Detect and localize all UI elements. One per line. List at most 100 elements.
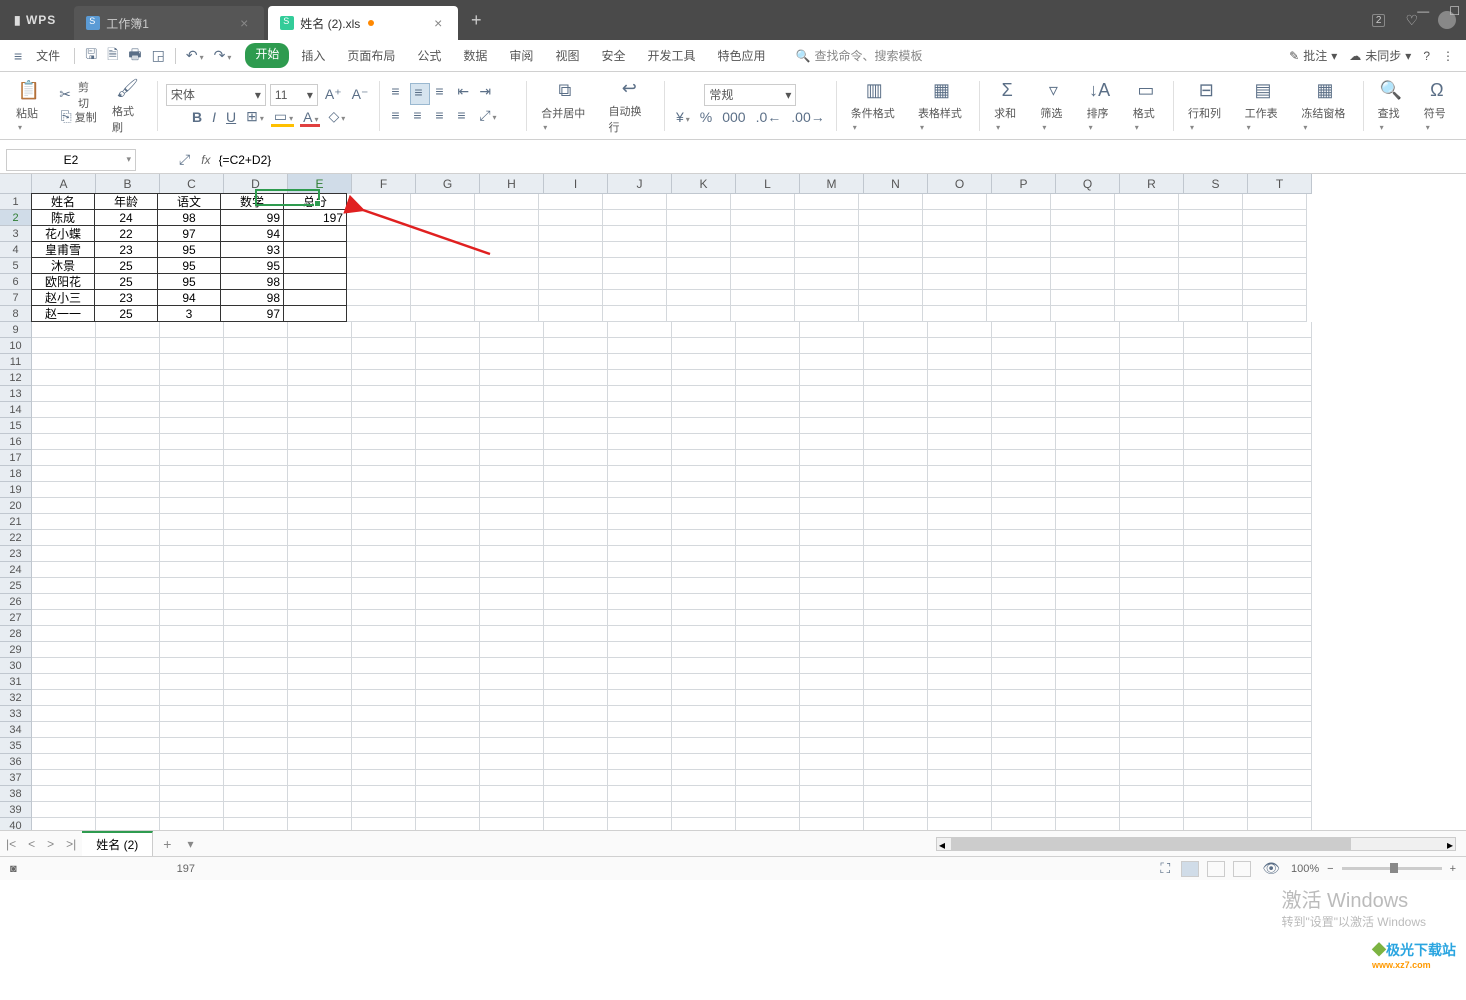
cell[interactable] — [992, 690, 1056, 706]
row-header[interactable]: 23 — [0, 546, 32, 562]
column-header[interactable]: K — [672, 174, 736, 194]
cell[interactable] — [160, 658, 224, 674]
cell[interactable] — [288, 690, 352, 706]
cell[interactable] — [928, 770, 992, 786]
cell[interactable] — [992, 418, 1056, 434]
cell[interactable] — [347, 242, 411, 258]
cell[interactable] — [1120, 386, 1184, 402]
cell[interactable] — [1248, 738, 1312, 754]
cell[interactable] — [859, 194, 923, 210]
cell[interactable]: 赵一一 — [31, 305, 95, 322]
cell[interactable] — [411, 274, 475, 290]
cell[interactable] — [416, 354, 480, 370]
cell[interactable] — [224, 642, 288, 658]
cell[interactable] — [928, 498, 992, 514]
cell[interactable] — [416, 754, 480, 770]
cell[interactable] — [603, 306, 667, 322]
cell[interactable] — [352, 738, 416, 754]
cell[interactable] — [1056, 322, 1120, 338]
cell[interactable] — [480, 594, 544, 610]
cell[interactable] — [923, 210, 987, 226]
cell[interactable] — [224, 466, 288, 482]
cell[interactable] — [416, 786, 480, 802]
cell[interactable] — [672, 642, 736, 658]
cell[interactable] — [480, 498, 544, 514]
tab-security[interactable]: 安全 — [591, 43, 635, 68]
cell[interactable] — [283, 257, 347, 274]
merge-button[interactable]: ⧉合并居中 — [535, 77, 594, 135]
cell[interactable] — [32, 610, 96, 626]
cell[interactable] — [352, 514, 416, 530]
cell[interactable] — [96, 722, 160, 738]
cell[interactable] — [1115, 290, 1179, 306]
cell[interactable] — [1248, 642, 1312, 658]
cell[interactable] — [96, 418, 160, 434]
cell[interactable] — [544, 466, 608, 482]
cell[interactable] — [416, 722, 480, 738]
cell[interactable] — [96, 434, 160, 450]
cell[interactable] — [795, 242, 859, 258]
cell[interactable] — [608, 658, 672, 674]
cell[interactable] — [32, 770, 96, 786]
cell[interactable] — [224, 626, 288, 642]
cell[interactable] — [1051, 194, 1115, 210]
cell[interactable] — [544, 562, 608, 578]
cell[interactable] — [736, 754, 800, 770]
cell[interactable] — [672, 658, 736, 674]
cell[interactable] — [288, 338, 352, 354]
cell[interactable] — [160, 434, 224, 450]
sheet-tab-active[interactable]: 姓名 (2) — [82, 831, 153, 856]
cell[interactable] — [1184, 578, 1248, 594]
cell[interactable] — [160, 386, 224, 402]
cell[interactable] — [288, 674, 352, 690]
cell[interactable] — [160, 546, 224, 562]
row-header[interactable]: 3 — [0, 226, 32, 242]
cell[interactable] — [992, 434, 1056, 450]
cell[interactable] — [224, 770, 288, 786]
sum-button[interactable]: Σ求和 — [988, 77, 1026, 135]
tab-view[interactable]: 视图 — [545, 43, 589, 68]
cell[interactable] — [736, 354, 800, 370]
freeze-button[interactable]: ▦冻结窗格 — [1295, 77, 1354, 135]
cell[interactable] — [1056, 802, 1120, 818]
cell[interactable] — [800, 626, 864, 642]
tab-start[interactable]: 开始 — [245, 43, 289, 68]
cell[interactable] — [160, 722, 224, 738]
cell[interactable] — [672, 818, 736, 830]
cell[interactable] — [1120, 738, 1184, 754]
column-header[interactable]: C — [160, 174, 224, 194]
cell[interactable] — [992, 706, 1056, 722]
cell[interactable] — [411, 258, 475, 274]
cell[interactable] — [672, 418, 736, 434]
cell[interactable] — [1243, 242, 1307, 258]
cell[interactable] — [160, 514, 224, 530]
cell[interactable] — [992, 402, 1056, 418]
column-header[interactable]: M — [800, 174, 864, 194]
cell[interactable] — [544, 642, 608, 658]
cell[interactable] — [992, 450, 1056, 466]
cell[interactable] — [347, 258, 411, 274]
cell[interactable] — [672, 322, 736, 338]
row-header[interactable]: 17 — [0, 450, 32, 466]
cell[interactable] — [480, 402, 544, 418]
cell[interactable] — [864, 514, 928, 530]
cell[interactable] — [1248, 594, 1312, 610]
cell[interactable] — [283, 289, 347, 306]
cell[interactable] — [736, 594, 800, 610]
font-name-combo[interactable]: 宋体▾ — [166, 84, 266, 106]
cell[interactable] — [96, 610, 160, 626]
cell[interactable] — [928, 818, 992, 830]
cell[interactable] — [1120, 626, 1184, 642]
decimal-increase-icon[interactable]: .0← — [753, 109, 785, 125]
cell[interactable] — [1248, 722, 1312, 738]
cell[interactable] — [32, 370, 96, 386]
cell[interactable] — [1248, 434, 1312, 450]
row-header[interactable]: 33 — [0, 706, 32, 722]
row-header[interactable]: 37 — [0, 770, 32, 786]
cell[interactable] — [160, 402, 224, 418]
row-header[interactable]: 24 — [0, 562, 32, 578]
cell[interactable] — [544, 770, 608, 786]
cell[interactable] — [795, 290, 859, 306]
cell[interactable] — [288, 546, 352, 562]
find-button[interactable]: 🔍查找 — [1372, 77, 1410, 135]
